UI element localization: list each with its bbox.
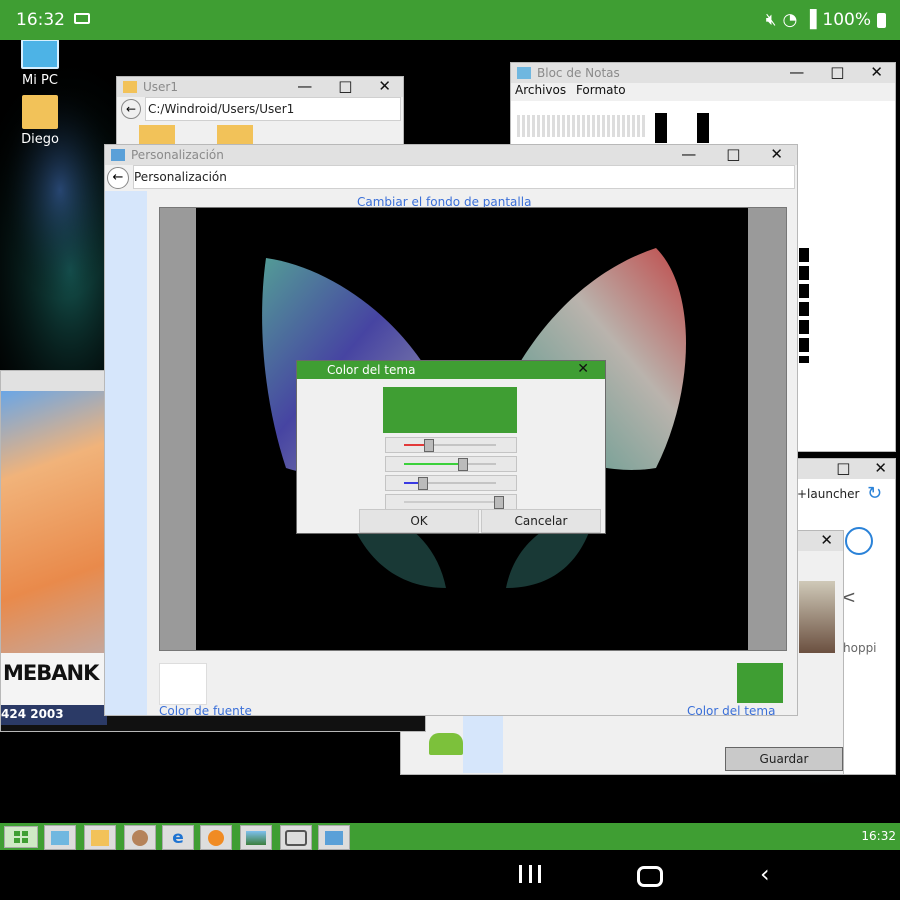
- green-slider[interactable]: [385, 456, 517, 472]
- slider-track: [404, 444, 496, 446]
- notepad-menubar: Archivos Formato: [511, 83, 895, 101]
- desktop-icon-label: Mi PC: [22, 73, 58, 88]
- desktop-icon-mi-pc[interactable]: Mi PC: [10, 40, 70, 88]
- guardar-button[interactable]: Guardar: [725, 747, 843, 771]
- launcher-sidebar: [463, 713, 503, 773]
- theme-color-swatch[interactable]: [737, 663, 783, 703]
- wifi-icon: ◔: [782, 10, 798, 30]
- computer-icon: [21, 40, 59, 69]
- cast-icon: [74, 13, 90, 24]
- signal-icon: ▐: [803, 10, 817, 30]
- android-icon: [429, 733, 463, 755]
- folder-app-icon[interactable]: [84, 825, 116, 850]
- mute-icon: 🔇︎: [765, 10, 777, 30]
- home-icon[interactable]: [637, 866, 663, 887]
- windows-start-icon[interactable]: [4, 826, 38, 848]
- notepad-title: Bloc de Notas: [537, 66, 620, 80]
- browser-address[interactable]: +launcher: [797, 487, 859, 501]
- contact-photo: [799, 581, 835, 653]
- close-icon[interactable]: ✕: [820, 531, 833, 549]
- color-sliders: [385, 437, 517, 513]
- bank-banner-text: MEBANK: [3, 661, 99, 685]
- blue-slider[interactable]: [385, 475, 517, 491]
- color-preview: [383, 387, 517, 433]
- minimize-icon[interactable]: —: [681, 145, 696, 163]
- status-icons: 🔇︎ ◔ ▐ 100%: [766, 10, 886, 30]
- taskbar: e 16:32: [0, 823, 900, 850]
- android-nav-bar: ‹: [0, 850, 900, 900]
- ok-button[interactable]: OK: [359, 509, 479, 533]
- recent-apps-icon[interactable]: [519, 865, 541, 883]
- users-app-icon[interactable]: [124, 825, 156, 850]
- folder-icon: [123, 81, 137, 93]
- color-dialog[interactable]: Color del tema ✕ OK Cancelar: [296, 360, 606, 534]
- maximize-icon[interactable]: □: [726, 145, 740, 163]
- maximize-icon[interactable]: □: [338, 77, 352, 95]
- close-icon[interactable]: ✕: [770, 145, 783, 163]
- personalization-sidebar: [105, 191, 147, 715]
- desktop[interactable]: Mi PC Diego Bloc de Notas — □ ✕ Archivos F…: [0, 40, 900, 823]
- slider-thumb[interactable]: [423, 439, 434, 452]
- back-arrow-icon[interactable]: ←: [107, 167, 129, 189]
- notepad-app-icon: [517, 67, 531, 79]
- photos-icon[interactable]: [240, 825, 272, 850]
- personalization-titlebar[interactable]: Personalización — □ ✕: [105, 145, 797, 165]
- battery-icon: [877, 12, 886, 28]
- camera-icon[interactable]: [280, 825, 312, 850]
- personalization-address-bar[interactable]: Personalización: [133, 165, 795, 189]
- slider-thumb[interactable]: [417, 477, 428, 490]
- bank-banner-subtext: 424 2003: [1, 707, 64, 721]
- refresh-icon[interactable]: ↻: [867, 483, 882, 504]
- personalization-title: Personalización: [131, 148, 224, 162]
- color-dialog-title: Color del tema: [327, 363, 416, 377]
- close-icon[interactable]: ✕: [874, 459, 887, 477]
- red-slider[interactable]: [385, 437, 517, 453]
- bank-image: [1, 391, 107, 653]
- desktop-app-icon[interactable]: [44, 825, 76, 850]
- font-color-label[interactable]: Color de fuente: [159, 704, 252, 718]
- back-arrow-icon[interactable]: ←: [121, 99, 141, 119]
- back-icon[interactable]: ‹: [760, 860, 770, 888]
- maximize-icon[interactable]: □: [830, 63, 844, 81]
- bank-banner: MEBANK: [1, 653, 107, 705]
- personalization-app-icon: [111, 149, 125, 161]
- taskbar-clock[interactable]: 16:32: [861, 829, 896, 843]
- account-icon[interactable]: [845, 527, 873, 555]
- slider-track: [404, 463, 496, 465]
- slider-thumb[interactable]: [494, 496, 504, 509]
- cancel-button[interactable]: Cancelar: [481, 509, 601, 533]
- close-icon[interactable]: ✕: [378, 77, 391, 95]
- close-icon[interactable]: ✕: [577, 361, 589, 377]
- android-status-bar: 16:32 🔇︎ ◔ ▐ 100%: [0, 0, 900, 40]
- theme-color-label[interactable]: Color del tema: [687, 704, 775, 718]
- notepad-titlebar[interactable]: Bloc de Notas — □ ✕: [511, 63, 895, 83]
- slider-thumb[interactable]: [458, 458, 469, 471]
- bank-strip: 424 2003: [1, 705, 107, 725]
- slider-track: [404, 501, 496, 503]
- minimize-icon[interactable]: —: [789, 63, 804, 81]
- color-dialog-titlebar[interactable]: Color del tema ✕: [297, 361, 605, 379]
- media-player-icon[interactable]: [200, 825, 232, 850]
- menu-formato[interactable]: Formato: [576, 83, 626, 97]
- minimize-icon[interactable]: —: [297, 77, 312, 95]
- menu-archivos[interactable]: Archivos: [515, 83, 566, 97]
- maximize-icon[interactable]: □: [836, 459, 850, 477]
- alpha-slider[interactable]: [385, 494, 517, 510]
- tile-label: hoppi: [843, 641, 877, 655]
- personalization-app-icon[interactable]: [318, 825, 350, 850]
- browser-titlebar[interactable]: □ ✕: [797, 459, 895, 479]
- edge-icon[interactable]: e: [162, 825, 194, 850]
- explorer-title: User1: [143, 80, 178, 94]
- close-icon[interactable]: ✕: [870, 63, 883, 81]
- explorer-titlebar[interactable]: User1 — □ ✕: [117, 77, 403, 97]
- explorer-address-bar[interactable]: C:/Windroid/Users/User1: [145, 97, 401, 121]
- battery-level: 100%: [822, 10, 871, 30]
- desktop-icon-diego[interactable]: Diego: [10, 95, 70, 147]
- desktop-icon-label: Diego: [21, 132, 59, 147]
- folder-icon: [22, 95, 58, 129]
- status-time: 16:32: [16, 10, 65, 30]
- font-color-swatch[interactable]: [159, 663, 207, 705]
